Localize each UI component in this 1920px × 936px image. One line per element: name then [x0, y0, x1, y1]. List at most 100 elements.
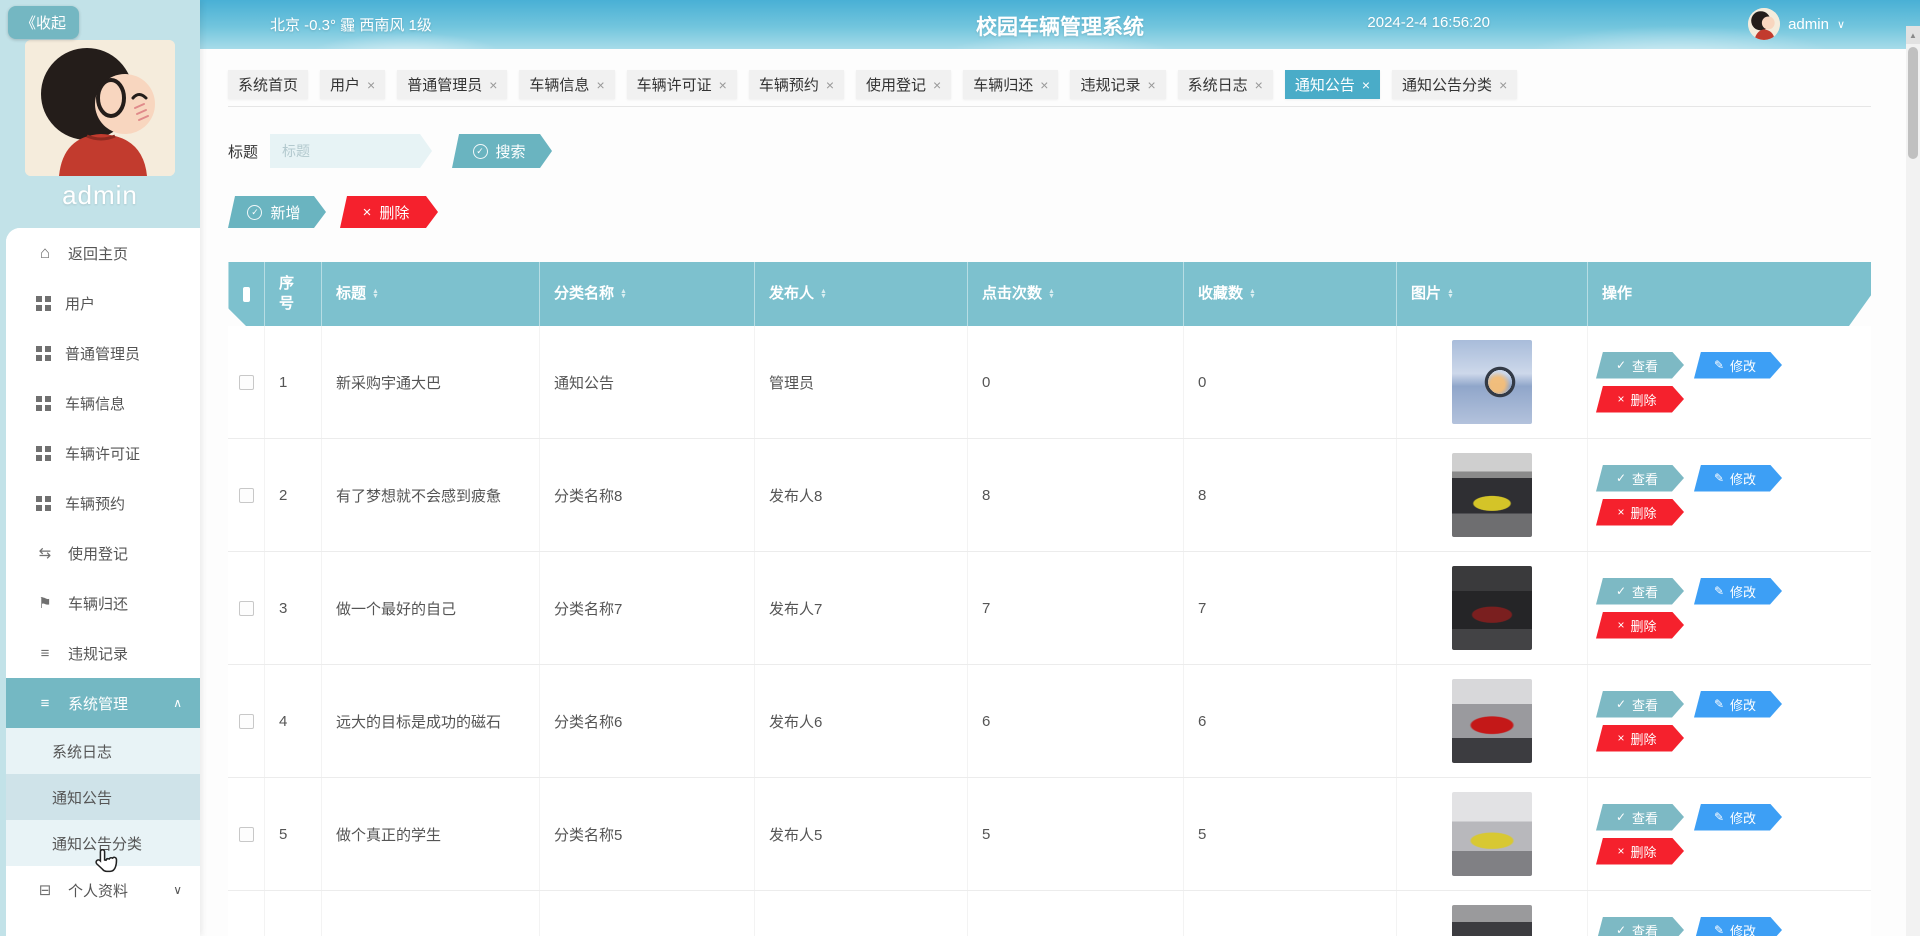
close-icon[interactable]: ×	[1147, 78, 1155, 92]
cell-category: 分类名称5	[539, 778, 754, 890]
search-button[interactable]: ✓ 搜索	[452, 134, 552, 168]
close-icon[interactable]: ×	[933, 78, 941, 92]
edit-button[interactable]: ✎ 修改	[1694, 578, 1782, 605]
close-icon[interactable]: ×	[826, 78, 834, 92]
page-title: 校园车辆管理系统	[976, 11, 1144, 41]
scrollbar-up-arrow[interactable]: ▲	[1906, 26, 1920, 44]
edit-button[interactable]: ✎ 修改	[1694, 465, 1782, 492]
title-search-input[interactable]	[270, 134, 432, 168]
tab[interactable]: 车辆预约 ×	[749, 70, 844, 99]
sidebar-menu-item[interactable]: ⇆ 使用登记	[6, 528, 200, 578]
sidebar: 《收起 admin ⌂ 返回主页	[0, 0, 200, 936]
row-delete-button[interactable]: × 删除	[1596, 499, 1684, 526]
tab[interactable]: 使用登记 ×	[856, 70, 951, 99]
close-icon[interactable]: ×	[1040, 78, 1048, 92]
tab[interactable]: 系统日志 ×	[1178, 70, 1273, 99]
sort-carets[interactable]: ▲ ▼	[820, 289, 827, 300]
select-all-checkbox[interactable]	[243, 287, 250, 302]
close-icon[interactable]: ×	[1255, 78, 1263, 92]
tab[interactable]: 违规记录 ×	[1070, 70, 1165, 99]
cell-title	[321, 891, 539, 936]
close-icon[interactable]: ×	[596, 78, 604, 92]
close-icon[interactable]: ×	[1499, 78, 1507, 92]
check-icon: ✓	[1616, 811, 1626, 823]
row-delete-button[interactable]: × 删除	[1596, 838, 1684, 865]
delete-button[interactable]: × 删除	[340, 196, 438, 228]
thumbnail-red-sports-car[interactable]	[1452, 679, 1532, 763]
view-button[interactable]: ✓ 查看	[1596, 578, 1684, 605]
edit-button[interactable]: ✎ 修改	[1694, 917, 1782, 936]
cell-publisher: 发布人5	[754, 778, 967, 890]
cell-no: 5	[264, 778, 321, 890]
row-delete-button[interactable]: × 删除	[1596, 612, 1684, 639]
tab[interactable]: 通知公告分类 ×	[1392, 70, 1517, 99]
sort-carets[interactable]: ▲ ▼	[620, 289, 627, 300]
row-checkbox[interactable]	[239, 714, 254, 729]
sidebar-menu-item[interactable]: ⚑ 车辆归还	[6, 578, 200, 628]
sort-carets[interactable]: ▲ ▼	[1249, 289, 1256, 300]
sidebar-menu-item[interactable]: 用户	[6, 278, 200, 328]
edit-button[interactable]: ✎ 修改	[1694, 352, 1782, 379]
cell-image	[1396, 778, 1587, 890]
add-button[interactable]: ✓ 新增	[228, 196, 326, 228]
thumbnail-bridge[interactable]	[1452, 340, 1532, 424]
row-checkbox[interactable]	[239, 827, 254, 842]
scrollbar-thumb[interactable]	[1908, 47, 1918, 159]
view-button[interactable]: ✓ 查看	[1596, 691, 1684, 718]
sidebar-menu-item[interactable]: 车辆许可证	[6, 428, 200, 478]
sidebar-avatar	[25, 40, 175, 176]
row-checkbox[interactable]	[239, 601, 254, 616]
tab[interactable]: 用户 ×	[320, 70, 385, 99]
edit-button[interactable]: ✎ 修改	[1694, 804, 1782, 831]
view-button[interactable]: ✓ 查看	[1596, 917, 1684, 936]
cell-actions: ✓ 查看 ✎ 修改	[1587, 891, 1871, 936]
view-button[interactable]: ✓ 查看	[1596, 465, 1684, 492]
search-bar: 标题 ✓ 搜索	[228, 134, 1920, 168]
sort-carets[interactable]: ▲ ▼	[372, 289, 379, 300]
row-checkbox[interactable]	[239, 375, 254, 390]
thumbnail-dark-car[interactable]	[1452, 905, 1532, 936]
cell-actions: ✓ 查看 ✎ 修改	[1587, 552, 1871, 664]
tab[interactable]: 通知公告 ×	[1285, 70, 1380, 99]
sidebar-menu-item[interactable]: 普通管理员	[6, 328, 200, 378]
view-button[interactable]: ✓ 查看	[1596, 352, 1684, 379]
tab[interactable]: 普通管理员 ×	[397, 70, 507, 99]
sidebar-menu-item[interactable]: 车辆信息	[6, 378, 200, 428]
row-delete-button[interactable]: × 删除	[1596, 725, 1684, 752]
sidebar-menu-item[interactable]: ⌂ 返回主页	[6, 228, 200, 278]
sidebar-menu-item[interactable]: 车辆预约	[6, 478, 200, 528]
tab[interactable]: 车辆信息 ×	[519, 70, 614, 99]
thumbnail-yellow-car-garage[interactable]	[1452, 453, 1532, 537]
edit-button[interactable]: ✎ 修改	[1694, 691, 1782, 718]
collapse-sidebar-button[interactable]: 《收起	[8, 6, 79, 39]
check-icon: ✓	[1616, 472, 1626, 484]
thumbnail-dark-sports-car[interactable]	[1452, 566, 1532, 650]
sidebar-menu-item[interactable]: ≡ 系统管理 ∧	[6, 678, 200, 728]
cell-actions: ✓ 查看 ✎ 修改	[1587, 665, 1871, 777]
sidebar-submenu-item[interactable]: 通知公告	[6, 774, 200, 820]
thumbnail-yellow-car-side[interactable]	[1452, 792, 1532, 876]
app-window: 《收起 admin ⌂ 返回主页	[0, 0, 1920, 936]
tab[interactable]: 系统首页	[228, 70, 308, 99]
cell-publisher: 管理员	[754, 326, 967, 438]
row-checkbox[interactable]	[239, 488, 254, 503]
table-header-cell: 收藏数 ▲ ▼	[1183, 262, 1396, 326]
row-delete-button[interactable]: × 删除	[1596, 386, 1684, 413]
close-icon[interactable]: ×	[367, 78, 375, 92]
weather-info: 北京 -0.3° 霾 西南风 1级	[270, 14, 432, 35]
sidebar-menu-item[interactable]: ≡ 违规记录	[6, 628, 200, 678]
close-icon[interactable]: ×	[1362, 78, 1370, 92]
sort-carets[interactable]: ▲ ▼	[1048, 289, 1055, 300]
user-menu[interactable]: admin ∨	[1748, 8, 1845, 40]
close-icon[interactable]: ×	[719, 78, 727, 92]
table-header-cell: 序号	[264, 262, 321, 326]
cell-favorites: 7	[1183, 552, 1396, 664]
table-body: 1 新采购宇通大巴 通知公告 管理员 0 0 ✓	[228, 326, 1871, 936]
sidebar-submenu-item[interactable]: 系统日志	[6, 728, 200, 774]
tab[interactable]: 车辆许可证 ×	[627, 70, 737, 99]
sort-carets[interactable]: ▲ ▼	[1447, 289, 1454, 300]
view-button[interactable]: ✓ 查看	[1596, 804, 1684, 831]
tab[interactable]: 车辆归还 ×	[963, 70, 1058, 99]
cell-title: 做个真正的学生	[321, 778, 539, 890]
close-icon[interactable]: ×	[489, 78, 497, 92]
